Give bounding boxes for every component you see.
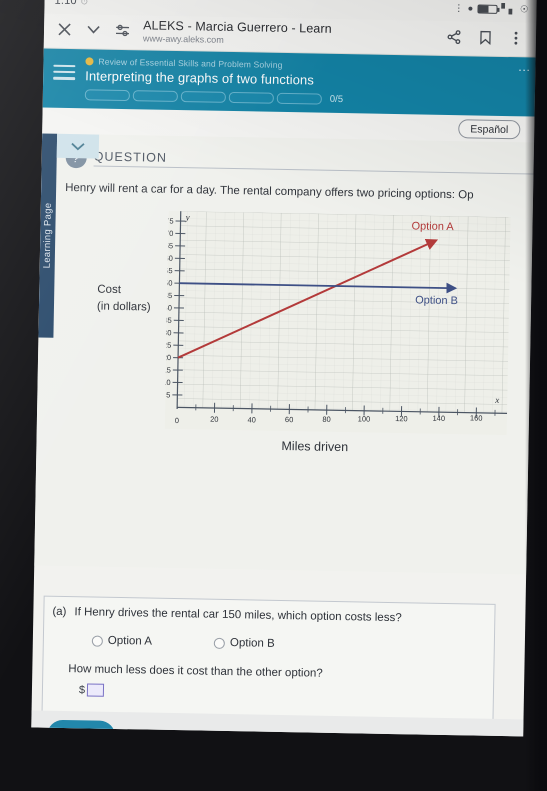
wifi-icon: ☉ [519,3,529,15]
svg-text:60: 60 [285,415,294,424]
phone-screen: 1:10 ⏱ ⋮ ● ▘▖ ☉ ALEKS - Marcia Guerrero … [31,0,537,737]
series-label-option-a: Option A [411,220,454,233]
aleks-header: Review of Essential Skills and Problem S… [42,48,536,117]
followup-question: How much less does it cost than the othe… [68,663,323,680]
svg-text:20: 20 [165,353,171,362]
radio-option-b[interactable]: Option B [213,637,275,650]
svg-text:55: 55 [165,266,173,275]
progress-segment [180,91,226,103]
x-axis-title: Miles driven [281,438,349,454]
y-axis-title: Cost (in dollars) [96,283,151,314]
progress-bar: 0/5 [84,89,525,108]
start-button[interactable]: Start [46,719,116,737]
overflow-menu-icon[interactable] [506,28,526,48]
svg-text:40: 40 [165,303,172,312]
svg-text:70: 70 [165,228,174,237]
status-bar-clock: 1:10 [54,0,77,8]
part-a-prompt: (a) If Henry drives the rental car 150 m… [52,606,484,626]
hamburger-menu-icon[interactable] [53,56,76,100]
close-icon[interactable] [54,19,74,39]
svg-text:40: 40 [247,415,256,424]
question-panel: Learning Page ? QUESTION Henry will rent… [31,133,535,737]
svg-text:20: 20 [210,414,219,423]
progress-segment [228,91,274,104]
radio-option-a[interactable]: Option A [91,634,153,648]
radio-option-a-label: Option A [107,634,153,648]
svg-text:75: 75 [165,216,174,225]
amount-answer-row: $ [79,683,483,703]
vibrate-icon: ⋮ [454,2,464,14]
radio-option-b-label: Option B [229,637,275,650]
svg-text:80: 80 [322,414,331,423]
svg-text:120: 120 [395,414,408,423]
svg-text:140: 140 [432,413,445,422]
svg-text:5: 5 [166,390,170,399]
course-name: Review of Essential Skills and Problem S… [98,56,283,70]
tune-icon[interactable] [112,20,132,40]
progress-count: 0/5 [329,93,344,106]
svg-text:10: 10 [165,377,171,386]
bookmark-icon[interactable] [475,27,495,47]
svg-text:15: 15 [165,365,171,374]
part-letter: (a) [52,605,67,619]
phone-photo: 1:10 ⏱ ⋮ ● ▘▖ ☉ ALEKS - Marcia Guerrero … [0,0,547,791]
svg-text:0: 0 [175,416,179,425]
page-title-block[interactable]: ALEKS - Marcia Guerrero - Learn www-awy.… [143,18,435,48]
share-icon[interactable] [444,26,464,46]
progress-segment [132,90,178,103]
header-overflow-menu-icon[interactable]: ⋮ [517,64,531,76]
svg-text:45: 45 [165,291,173,300]
progress-segment [84,89,130,102]
svg-text:35: 35 [165,315,172,324]
x-axis-name: x [494,395,499,405]
alarm-icon: ⏱ [80,0,88,6]
dollar-sign-label: $ [78,683,86,696]
amount-input[interactable] [86,683,105,697]
espanol-button[interactable]: Español [458,119,521,140]
svg-text:25: 25 [165,340,172,349]
part-a-question: If Henry drives the rental car 150 miles… [74,606,402,625]
graph-plot: y 75 70 65 60 55 50 45 40 35 30 25 20 15… [164,210,511,435]
chevron-down-icon[interactable] [83,20,103,40]
svg-text:100: 100 [358,414,371,423]
svg-text:50: 50 [165,278,173,287]
chevron-down-icon [71,142,85,150]
course-status-dot-icon [85,57,94,66]
signal-bars-icon: ▘▖ [501,3,517,15]
series-label-option-b: Option B [415,294,458,307]
radio-button-icon[interactable] [213,637,226,649]
svg-text:65: 65 [165,241,173,250]
svg-text:60: 60 [165,253,173,262]
svg-text:160: 160 [470,413,483,422]
graph-figure: Cost (in dollars) y 75 70 65 60 55 50 45… [36,202,533,466]
radio-button-icon[interactable] [91,635,103,647]
progress-segment [276,92,322,105]
battery-icon [477,3,498,14]
collapse-panel-button[interactable] [56,133,100,159]
svg-text:30: 30 [165,328,172,337]
answer-section: (a) If Henry drives the rental car 150 m… [41,595,496,722]
answer-choices: Option A Option B [91,634,484,654]
bluetooth-icon: ● [467,2,474,14]
